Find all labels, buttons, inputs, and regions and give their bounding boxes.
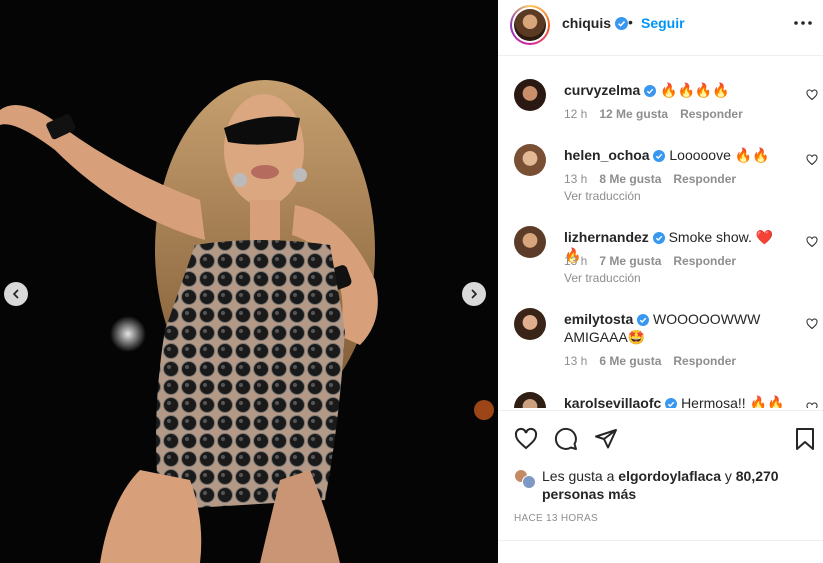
see-translation-link[interactable]: Ver traducción — [564, 271, 641, 285]
verified-icon — [652, 232, 665, 244]
verified-icon — [637, 314, 650, 326]
comment-text: helen_ochoa Looooove 🔥🔥 — [564, 147, 770, 163]
heart-icon[interactable] — [806, 402, 818, 408]
author-avatar[interactable] — [510, 5, 550, 45]
comment-icon[interactable] — [554, 427, 578, 451]
chevron-left-icon — [13, 289, 19, 299]
previous-photo-button[interactable] — [4, 282, 28, 306]
see-translation-link[interactable]: Ver traducción — [564, 189, 641, 203]
separator-dot: • — [628, 14, 633, 30]
follow-button[interactable]: Seguir — [641, 15, 685, 31]
commenter-avatar[interactable] — [514, 392, 546, 408]
comment-text: emilytosta WOOOOOWWW AMIGAAA🤩 — [564, 311, 761, 345]
heart-icon[interactable] — [806, 89, 818, 101]
more-horizontal-icon[interactable] — [794, 21, 812, 25]
verified-icon — [614, 17, 628, 30]
comment-meta: 13 h8 Me gusta Responder — [564, 172, 737, 186]
comment-meta: 12 h 12 Me gusta Responder — [564, 107, 743, 121]
add-comment-bar[interactable] — [498, 540, 823, 563]
likes-text: Les gusta a elgordoylaflaca y 80,270 per… — [542, 468, 779, 502]
comment-text: curvyzelma 🔥🔥🔥🔥 — [564, 82, 730, 98]
comments-list: curvyzelma 🔥🔥🔥🔥 12 h 12 Me gusta Responder… — [498, 57, 823, 408]
post-timestamp[interactable]: HACE 13 HORAS — [514, 513, 598, 524]
commenter-avatar[interactable] — [514, 226, 546, 258]
photo-image — [0, 0, 498, 563]
post-photo — [0, 0, 498, 563]
commenter-avatar[interactable] — [514, 308, 546, 340]
heart-icon[interactable] — [806, 154, 818, 166]
send-icon[interactable] — [594, 427, 618, 451]
commenter-avatar[interactable] — [514, 144, 546, 176]
heart-icon[interactable] — [806, 318, 818, 330]
verified-icon — [644, 85, 657, 97]
chevron-right-icon — [471, 289, 477, 299]
post-actions: Les gusta a elgordoylaflaca y 80,270 per… — [498, 410, 823, 540]
comment-text: karolsevillaofc Hermosa!! 🔥🔥 — [564, 395, 785, 408]
commenter-avatar[interactable] — [514, 79, 546, 111]
comment-meta: 13 h6 Me gusta Responder — [564, 354, 737, 368]
verified-icon — [665, 398, 678, 408]
heart-icon[interactable] — [514, 427, 538, 451]
post-header: chiquis • Seguir — [498, 0, 823, 56]
liker-avatar — [522, 475, 536, 489]
author-username[interactable]: chiquis — [562, 15, 628, 31]
post-sidebar: chiquis • Seguir curvyzelma 🔥🔥🔥🔥 12 h 12 … — [498, 0, 823, 563]
comment-meta: 13 h7 Me gusta Responder — [564, 254, 737, 268]
next-photo-button[interactable] — [462, 282, 486, 306]
bookmark-icon[interactable] — [795, 427, 815, 451]
heart-icon[interactable] — [806, 236, 818, 248]
verified-icon — [653, 150, 666, 162]
